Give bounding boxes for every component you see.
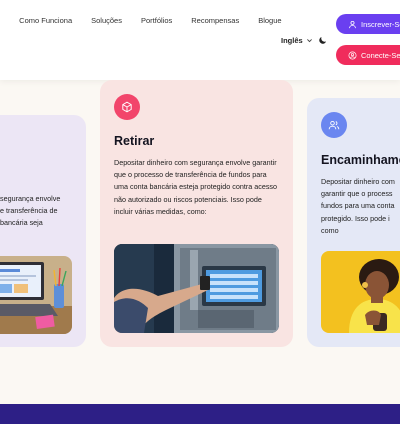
withdraw-card-title: Retirar (114, 134, 155, 148)
deposit-card: segurança envolve e transferência de ban… (0, 115, 86, 347)
language-selector[interactable]: Inglês (281, 36, 313, 45)
user-circle-icon (348, 51, 357, 59)
deposit-card-text: segurança envolve e transferência de ban… (0, 194, 61, 228)
withdraw-card-image (114, 244, 279, 333)
nav-item-portfolios[interactable]: Portfólios (141, 16, 172, 25)
nav-item-how-it-works[interactable]: Como Funciona (19, 16, 72, 25)
signup-button[interactable]: Inscrever-Se (336, 14, 400, 34)
referral-card-image (321, 251, 400, 333)
connect-button[interactable]: Conecte-Se (336, 45, 400, 65)
referral-card-icon (321, 112, 347, 138)
box-icon (122, 101, 132, 113)
moon-icon[interactable] (318, 35, 328, 45)
nav-item-blog[interactable]: Blogue (258, 16, 281, 25)
referral-card-title: Encaminhamento (321, 153, 400, 167)
user-icon (349, 20, 356, 28)
top-header: e Como Funciona Soluções Portfólios Reco… (0, 0, 400, 80)
users-icon (328, 120, 340, 130)
nav-item-rewards[interactable]: Recompensas (191, 16, 239, 25)
footer-band (0, 404, 400, 424)
connect-label: Conecte-Se (361, 50, 400, 60)
language-label: Inglês (281, 36, 303, 45)
withdraw-card: Retirar Depositar dinheiro com segurança… (100, 80, 293, 347)
nav-item-solutions[interactable]: Soluções (91, 16, 122, 25)
referral-card-text: Depositar dinheiro com garantir que o pr… (321, 177, 395, 235)
deposit-card-image (0, 256, 72, 334)
signup-label: Inscrever-Se (361, 19, 400, 29)
main-nav: e Como Funciona Soluções Portfólios Reco… (0, 16, 282, 25)
referral-card: Encaminhamento Depositar dinheiro com ga… (307, 98, 400, 347)
chevron-down-icon (306, 39, 312, 43)
withdraw-card-icon (114, 94, 140, 120)
withdraw-card-text: Depositar dinheiro com segurança envolve… (114, 158, 278, 216)
